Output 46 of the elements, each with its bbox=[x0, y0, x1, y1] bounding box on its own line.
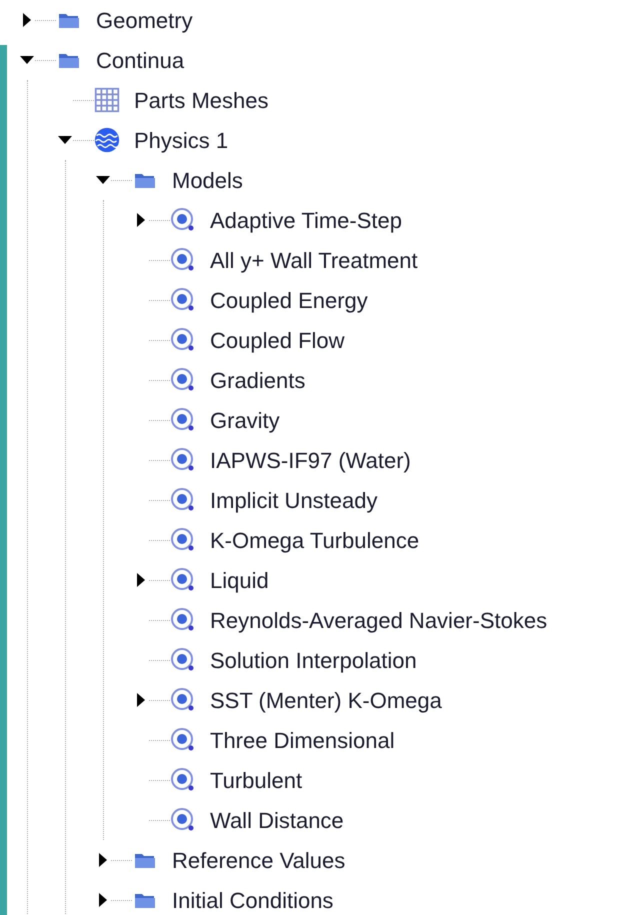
ring-dot-icon bbox=[170, 527, 196, 553]
tree-item-label[interactable]: Solution Interpolation bbox=[210, 644, 417, 676]
tree-item-label[interactable]: Geometry bbox=[96, 4, 193, 36]
tree-item-label[interactable]: Adaptive Time-Step bbox=[210, 204, 402, 236]
tree-item-label[interactable]: Implicit Unsteady bbox=[210, 484, 378, 516]
tree-item-label[interactable]: Wall Distance bbox=[210, 804, 344, 836]
tree-item-label[interactable]: Reynolds-Averaged Navier-Stokes bbox=[210, 604, 548, 636]
tree-item-label[interactable]: Gradients bbox=[210, 364, 306, 396]
grid-icon bbox=[94, 85, 120, 115]
ring-dot-icon bbox=[170, 207, 196, 233]
ring-dot-icon bbox=[170, 287, 196, 313]
ring-dot-icon bbox=[170, 727, 196, 753]
ring-dot-icon bbox=[170, 367, 196, 393]
ring-dot-icon bbox=[170, 647, 196, 673]
tree-item-label[interactable]: Parts Meshes bbox=[134, 84, 268, 116]
ring-dot-icon bbox=[170, 407, 196, 433]
ring-dot-icon bbox=[170, 807, 196, 833]
tree-item-label[interactable]: Initial Conditions bbox=[172, 884, 334, 915]
tree-item-label[interactable]: Turbulent bbox=[210, 764, 302, 796]
ring-dot-icon bbox=[170, 487, 196, 513]
ring-dot-icon bbox=[170, 767, 196, 793]
tree-item-label[interactable]: Three Dimensional bbox=[210, 724, 395, 756]
tree-item-label[interactable]: All y+ Wall Treatment bbox=[210, 244, 418, 276]
ring-dot-icon bbox=[170, 247, 196, 273]
tree-item-label[interactable]: Coupled Flow bbox=[210, 324, 345, 356]
tree-item-label[interactable]: Coupled Energy bbox=[210, 284, 368, 316]
tree-item-label[interactable]: Liquid bbox=[210, 564, 269, 596]
ring-dot-icon bbox=[170, 607, 196, 633]
folder-icon bbox=[134, 171, 156, 189]
tree-item-label[interactable]: Reference Values bbox=[172, 844, 346, 876]
tree-item-label[interactable]: Models bbox=[172, 164, 243, 196]
ring-dot-icon bbox=[170, 687, 196, 713]
ring-dot-icon bbox=[170, 327, 196, 353]
tree-item-label[interactable]: SST (Menter) K-Omega bbox=[210, 684, 442, 716]
tree-item-label[interactable]: Continua bbox=[96, 44, 184, 76]
tree-item-label[interactable]: K-Omega Turbulence bbox=[210, 524, 420, 556]
waves-circle-icon bbox=[94, 125, 120, 155]
ring-dot-icon bbox=[170, 567, 196, 593]
tree-item-label[interactable]: Physics 1 bbox=[134, 124, 228, 156]
folder-icon bbox=[58, 11, 80, 29]
folder-icon bbox=[58, 51, 80, 69]
folder-icon bbox=[134, 851, 156, 869]
tree-item-label[interactable]: Gravity bbox=[210, 404, 280, 436]
folder-icon bbox=[134, 891, 156, 909]
ring-dot-icon bbox=[170, 447, 196, 473]
tree-item-label[interactable]: IAPWS-IF97 (Water) bbox=[210, 444, 411, 476]
